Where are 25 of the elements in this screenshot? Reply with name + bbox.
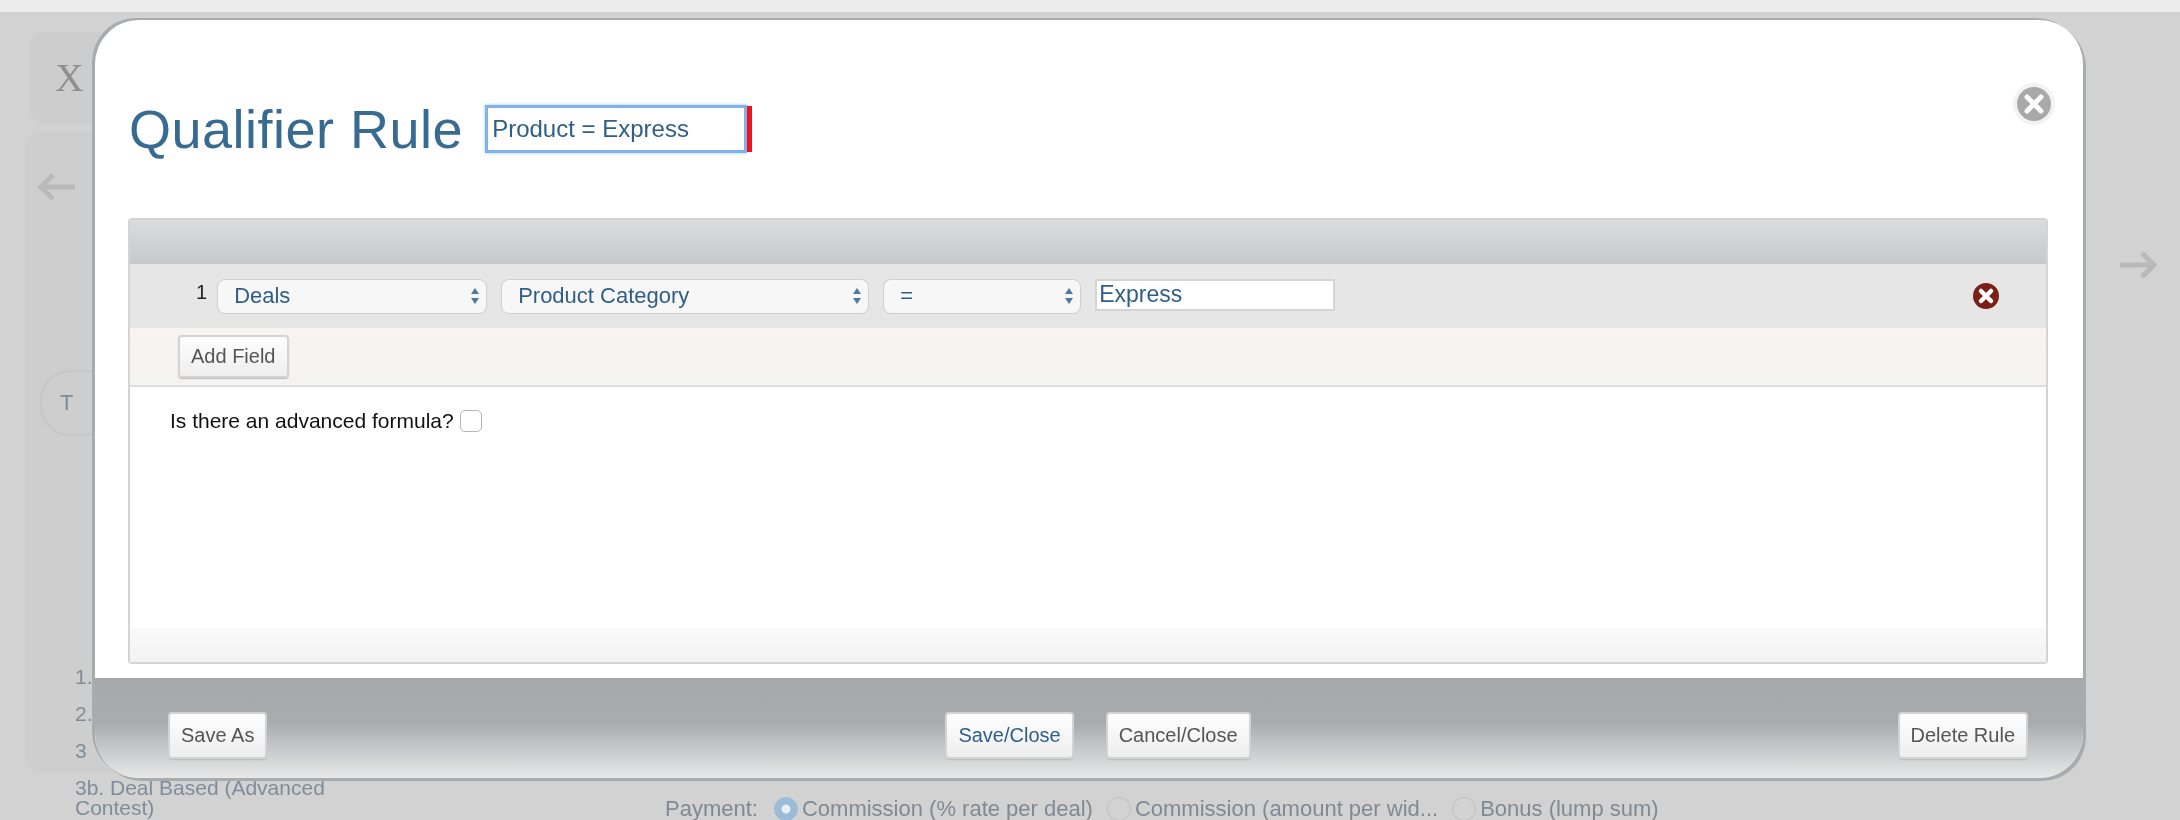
sort-arrows-icon <box>1064 287 1075 305</box>
close-icon[interactable] <box>2012 82 2056 126</box>
radio-label: Bonus (lump sum) <box>1480 796 1659 820</box>
footer-button[interactable]: Cancel/Close <box>1105 711 1251 759</box>
dropdown[interactable]: = <box>883 278 1082 314</box>
radio-button[interactable] <box>773 797 798 820</box>
rule-name-field[interactable]: Product = Express <box>485 105 748 153</box>
add-field-button[interactable]: Add Field <box>178 335 289 378</box>
sort-arrows-icon <box>852 287 863 305</box>
footer-button[interactable]: Save/Close <box>945 711 1074 759</box>
payment-label: Payment: <box>665 796 758 820</box>
text-cursor <box>747 106 753 152</box>
value-field[interactable]: Express <box>1095 278 1336 311</box>
radio-label: Commission (amount per wid... <box>1134 796 1439 820</box>
row-number: 1 <box>196 280 208 304</box>
delete-icon[interactable] <box>1971 281 2001 311</box>
radio-label: Commission (% rate per deal) <box>801 796 1093 820</box>
dropdown[interactable]: Product Category <box>501 278 870 314</box>
footer-button[interactable]: Save As <box>168 711 268 759</box>
checkbox[interactable] <box>459 410 482 432</box>
question-label: Is there an advanced formula? <box>170 409 454 433</box>
sort-arrows-icon <box>470 287 481 305</box>
forward-arrow-icon[interactable] <box>2118 250 2158 280</box>
footer-button[interactable]: Delete Rule <box>1897 711 2028 759</box>
dropdown[interactable]: Deals <box>217 278 488 314</box>
